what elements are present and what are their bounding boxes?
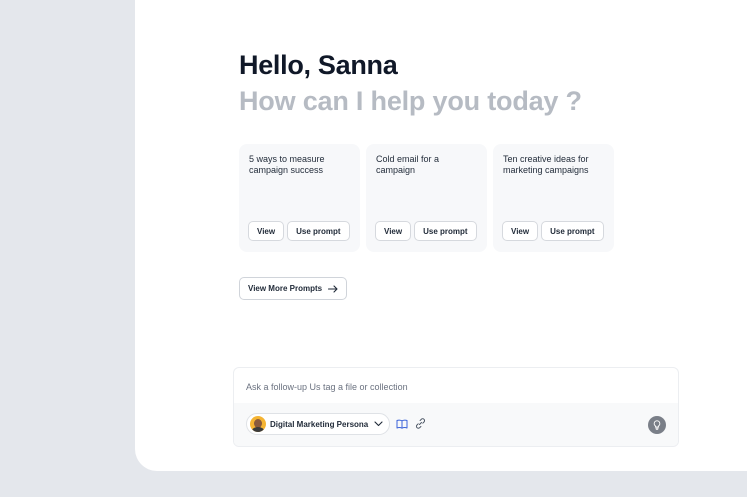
- view-button[interactable]: View: [248, 221, 285, 241]
- link-icon[interactable]: [415, 418, 426, 429]
- prompt-card-actions: View Use prompt: [502, 221, 604, 241]
- greeting-subtitle: How can I help you today ?: [239, 86, 582, 116]
- greeting-title: Hello, Sanna: [239, 50, 398, 80]
- view-more-prompts-label: View More Prompts: [248, 284, 323, 293]
- prompt-card-title: 5 ways to measure campaign success: [249, 154, 325, 175]
- prompt-card-actions: View Use prompt: [248, 221, 350, 241]
- prompt-card-title: Ten creative ideas for marketing campaig…: [503, 154, 589, 175]
- chat-composer: Ask a follow-up Us tag a file or collect…: [233, 367, 679, 447]
- lightbulb-icon: [653, 420, 661, 430]
- view-button[interactable]: View: [502, 221, 539, 241]
- app-frame: Hello, Sanna How can I help you today ? …: [0, 0, 747, 497]
- prompt-card: 5 ways to measure campaign success View …: [239, 144, 360, 252]
- prompt-card: Ten creative ideas for marketing campaig…: [493, 144, 614, 252]
- persona-label: Digital Marketing Persona: [270, 419, 369, 429]
- book-icon[interactable]: [396, 419, 408, 429]
- follow-up-input[interactable]: Ask a follow-up Us tag a file or collect…: [246, 382, 408, 392]
- prompt-card-actions: View Use prompt: [375, 221, 477, 241]
- chevron-down-icon: [374, 421, 383, 427]
- use-prompt-button[interactable]: Use prompt: [287, 221, 350, 241]
- use-prompt-button[interactable]: Use prompt: [414, 221, 477, 241]
- prompt-card-title: Cold email for a campaign: [376, 154, 440, 175]
- arrow-right-icon: [328, 284, 338, 293]
- persona-avatar: [250, 416, 266, 432]
- main-panel: Hello, Sanna How can I help you today ? …: [135, 0, 747, 471]
- prompt-card: Cold email for a campaign View Use promp…: [366, 144, 487, 252]
- composer-toolbar: Digital Marketing Persona: [234, 403, 678, 446]
- suggest-button[interactable]: [648, 416, 666, 434]
- view-button[interactable]: View: [375, 221, 412, 241]
- prompt-cards: 5 ways to measure campaign success View …: [239, 144, 614, 252]
- view-more-prompts-button[interactable]: View More Prompts: [239, 277, 348, 300]
- persona-selector[interactable]: Digital Marketing Persona: [246, 413, 391, 435]
- use-prompt-button[interactable]: Use prompt: [541, 221, 604, 241]
